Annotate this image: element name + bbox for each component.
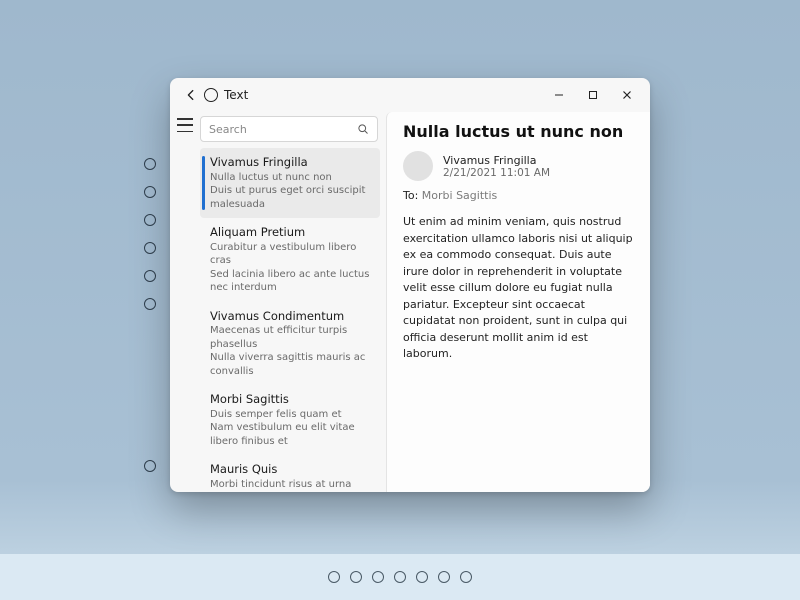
list-item-line3: Duis ut purus eget orci suscipit malesua… — [210, 184, 372, 211]
bottom-dock — [0, 554, 800, 600]
list-item-title: Mauris Quis — [210, 462, 372, 478]
dock-circle-icon[interactable] — [350, 571, 362, 583]
search-placeholder: Search — [209, 123, 357, 136]
list-item[interactable]: Vivamus CondimentumMaecenas ut efficitur… — [200, 302, 380, 386]
list-item-line3: Aenean dolor metus tempor nulla ac dapib… — [210, 491, 372, 492]
circle-icon — [144, 186, 156, 198]
dock-circle-icon[interactable] — [438, 571, 450, 583]
list-item-title: Vivamus Fringilla — [210, 155, 372, 171]
list-item-line2: Duis semper felis quam et — [210, 408, 372, 422]
list-item-title: Morbi Sagittis — [210, 392, 372, 408]
close-button[interactable] — [610, 82, 644, 108]
message-list-pane: Search Vivamus FringillaNulla luctus ut … — [200, 112, 386, 492]
message-detail-pane: Nulla luctus ut nunc non Vivamus Fringil… — [386, 112, 650, 492]
list-item-line3: Sed lacinia libero ac ante luctus nec in… — [210, 268, 372, 295]
list-item-title: Aliquam Pretium — [210, 225, 372, 241]
to-value: Morbi Sagittis — [422, 189, 497, 202]
list-item[interactable]: Mauris QuisMorbi tincidunt risus at urna… — [200, 455, 380, 492]
taskbar-side-indicators — [144, 158, 156, 310]
circle-icon — [144, 214, 156, 226]
maximize-button[interactable] — [576, 82, 610, 108]
app-window: Text Search Vivamus FringillaNulla luctu… — [170, 78, 650, 492]
circle-icon — [144, 298, 156, 310]
hamburger-menu-button[interactable] — [177, 118, 193, 132]
circle-icon — [144, 270, 156, 282]
message-to-line: To: Morbi Sagittis — [403, 189, 634, 202]
message-date: 2/21/2021 11:01 AM — [443, 167, 550, 179]
minimize-button[interactable] — [542, 82, 576, 108]
circle-icon — [144, 460, 156, 472]
dock-circle-icon[interactable] — [394, 571, 406, 583]
search-icon — [357, 123, 369, 135]
list-item[interactable]: Aliquam PretiumCurabitur a vestibulum li… — [200, 218, 380, 302]
message-from: Vivamus Fringilla — [443, 154, 550, 167]
titlebar[interactable]: Text — [170, 78, 650, 112]
list-item-title: Vivamus Condimentum — [210, 309, 372, 325]
list-item[interactable]: Vivamus FringillaNulla luctus ut nunc no… — [200, 148, 380, 218]
circle-icon — [144, 158, 156, 170]
window-title: Text — [224, 88, 248, 102]
list-item-line2: Curabitur a vestibulum libero cras — [210, 241, 372, 268]
dock-circle-icon[interactable] — [328, 571, 340, 583]
list-item[interactable]: Morbi SagittisDuis semper felis quam etN… — [200, 385, 380, 455]
avatar — [403, 151, 433, 181]
app-icon — [204, 88, 218, 102]
list-item-line3: Nam vestibulum eu elit vitae libero fini… — [210, 421, 372, 448]
list-item-line2: Maecenas ut efficitur turpis phasellus — [210, 324, 372, 351]
circle-icon — [144, 242, 156, 254]
search-input[interactable]: Search — [200, 116, 378, 142]
dock-circle-icon[interactable] — [372, 571, 384, 583]
dock-circle-icon[interactable] — [460, 571, 472, 583]
message-body: Ut enim ad minim veniam, quis nostrud ex… — [403, 214, 634, 363]
message-list: Vivamus FringillaNulla luctus ut nunc no… — [200, 148, 382, 492]
to-label: To: — [403, 189, 418, 202]
list-item-line2: Morbi tincidunt risus at urna — [210, 478, 372, 492]
back-button[interactable] — [180, 84, 202, 106]
message-subject: Nulla luctus ut nunc non — [403, 122, 634, 141]
dock-circle-icon[interactable] — [416, 571, 428, 583]
taskbar-side-bottom — [144, 460, 156, 472]
list-item-line3: Nulla viverra sagittis mauris ac convall… — [210, 351, 372, 378]
list-item-line2: Nulla luctus ut nunc non — [210, 171, 372, 185]
